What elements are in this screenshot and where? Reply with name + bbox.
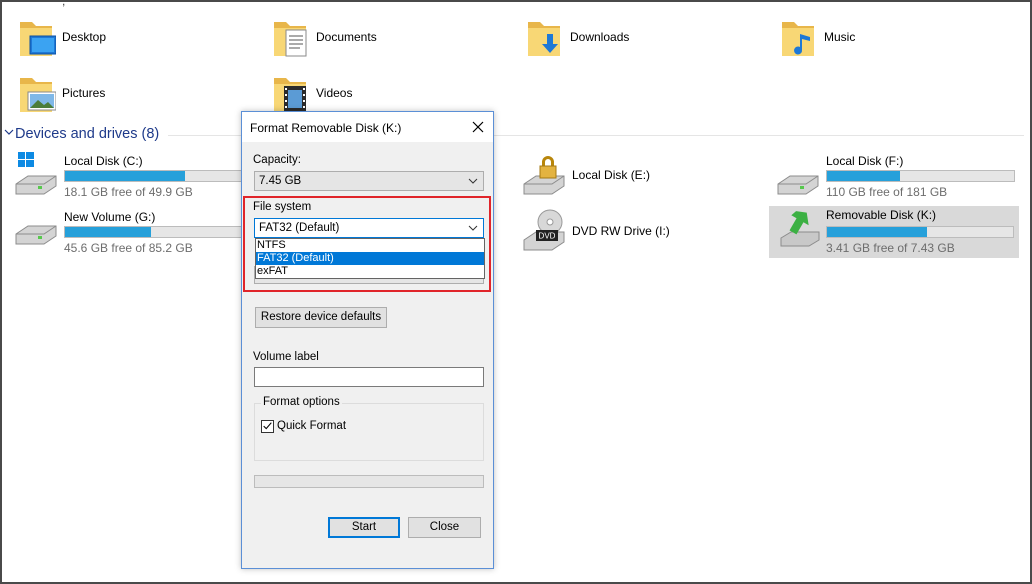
drive-free-space: 110 GB free of 181 GB bbox=[826, 185, 948, 199]
chevron-down-icon bbox=[468, 178, 478, 184]
drive-name: Local Disk (C:) bbox=[64, 154, 143, 168]
capacity-value: 7.45 GB bbox=[259, 175, 302, 187]
capacity-select[interactable]: 7.45 GB bbox=[254, 171, 484, 191]
drive-name: DVD RW Drive (I:) bbox=[572, 224, 670, 238]
removable-drive-icon bbox=[780, 211, 820, 247]
folder-label: Desktop bbox=[62, 30, 107, 44]
drive-usage-bar bbox=[64, 226, 253, 238]
dialog-titlebar[interactable]: Format Removable Disk (K:) bbox=[242, 112, 493, 142]
dvd-drive-icon: DVD bbox=[523, 209, 565, 251]
close-button[interactable]: Close bbox=[408, 517, 481, 538]
drive-dvd-i[interactable]: DVD DVD RW Drive (I:) bbox=[522, 208, 772, 258]
documents-folder-icon bbox=[274, 22, 307, 57]
devices-section-header[interactable]: Devices and drives (8) bbox=[4, 125, 1024, 145]
hard-drive-icon bbox=[15, 225, 57, 245]
dvd-icon-text: DVD bbox=[539, 232, 556, 241]
videos-folder-icon bbox=[274, 78, 306, 112]
drive-name: New Volume (G:) bbox=[64, 210, 156, 224]
format-progress-bar bbox=[254, 475, 484, 488]
drive-free-space: 3.41 GB free of 7.43 GB bbox=[826, 241, 955, 255]
folder-label: Downloads bbox=[570, 30, 630, 44]
drive-usage-bar bbox=[826, 226, 1014, 238]
drive-usage-fill bbox=[827, 227, 928, 237]
drive-usage-fill bbox=[827, 171, 900, 181]
downloads-folder-icon bbox=[528, 22, 560, 56]
music-folder-icon bbox=[782, 22, 814, 56]
format-options-group: Format options Quick Format bbox=[254, 396, 484, 461]
checkmark-icon bbox=[263, 422, 272, 430]
scrolled-header-fragment: , bbox=[62, 0, 66, 8]
folder-music[interactable]: Music bbox=[778, 16, 1008, 64]
drive-name: Local Disk (E:) bbox=[572, 168, 651, 182]
drive-usage-fill bbox=[65, 227, 152, 237]
drive-usage-bar bbox=[826, 170, 1015, 182]
format-dialog: Format Removable Disk (K:) Capacity: 7.4… bbox=[241, 111, 494, 569]
drive-name: Local Disk (F:) bbox=[826, 154, 904, 168]
drive-usage-bar bbox=[64, 170, 253, 182]
volume-label-input[interactable] bbox=[254, 367, 484, 387]
hard-drive-icon bbox=[777, 175, 819, 195]
capacity-label: Capacity: bbox=[253, 154, 301, 166]
folder-label: Music bbox=[824, 30, 856, 44]
folder-label: Documents bbox=[316, 30, 377, 44]
folder-downloads[interactable]: Downloads bbox=[524, 16, 754, 64]
quick-format-label[interactable]: Quick Format bbox=[277, 420, 346, 432]
windows-drive-icon bbox=[15, 152, 57, 195]
drive-local-f[interactable]: Local Disk (F:) 110 GB free of 181 GB bbox=[776, 152, 1026, 202]
drive-name: Removable Disk (K:) bbox=[826, 208, 937, 222]
drive-local-e[interactable]: Local Disk (E:) bbox=[522, 152, 772, 202]
section-title: Devices and drives (8) bbox=[15, 126, 160, 142]
folder-documents[interactable]: Documents bbox=[270, 16, 500, 64]
start-button[interactable]: Start bbox=[328, 517, 400, 538]
quick-format-checkbox[interactable] bbox=[261, 420, 274, 433]
folder-label: Pictures bbox=[62, 86, 106, 100]
drive-removable-k[interactable]: Removable Disk (K:) 3.41 GB free of 7.43… bbox=[769, 206, 1019, 258]
drive-usage-fill bbox=[65, 171, 185, 181]
dialog-title: Format Removable Disk (K:) bbox=[250, 121, 402, 135]
drive-free-space: 45.6 GB free of 85.2 GB bbox=[64, 241, 193, 255]
restore-defaults-button[interactable]: Restore device defaults bbox=[255, 307, 387, 328]
pictures-folder-icon bbox=[20, 78, 56, 112]
drive-free-space: 18.1 GB free of 49.9 GB bbox=[64, 185, 193, 199]
folder-desktop[interactable]: Desktop bbox=[16, 16, 246, 64]
format-options-label: Format options bbox=[261, 396, 342, 408]
folder-pictures[interactable]: Pictures bbox=[16, 72, 246, 120]
folder-label: Videos bbox=[316, 86, 353, 100]
close-icon[interactable] bbox=[471, 120, 485, 134]
drive-new-volume-g[interactable]: New Volume (G:) 45.6 GB free of 85.2 GB bbox=[14, 208, 264, 258]
annotation-highlight-box bbox=[243, 196, 491, 292]
chevron-down-icon[interactable] bbox=[4, 127, 14, 137]
desktop-folder-icon bbox=[20, 22, 56, 56]
volume-label-label: Volume label bbox=[253, 351, 319, 363]
drive-local-c[interactable]: Local Disk (C:) 18.1 GB free of 49.9 GB bbox=[14, 152, 264, 202]
locked-drive-icon bbox=[523, 156, 565, 195]
